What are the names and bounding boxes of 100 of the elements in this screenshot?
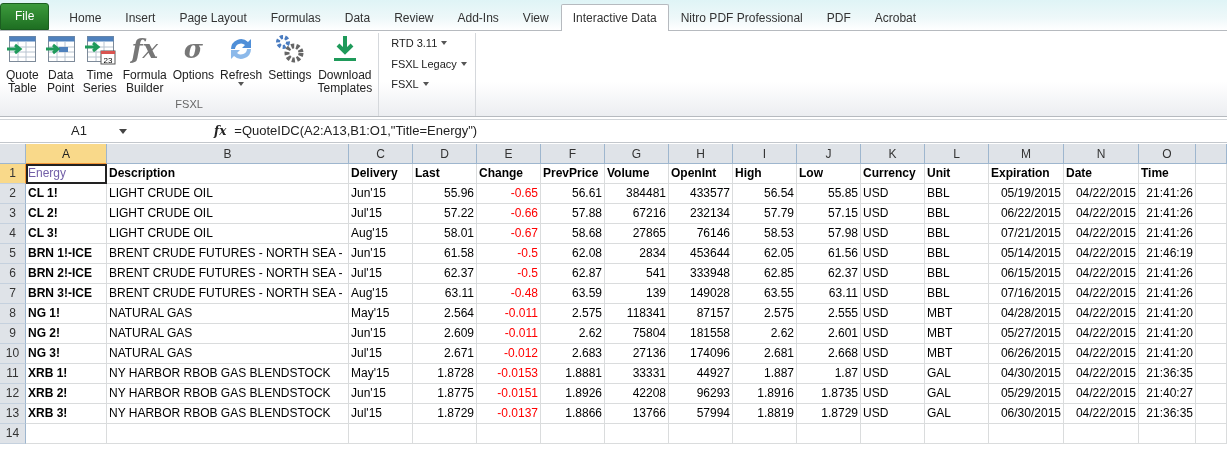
table-cell: 58.01 [413,224,477,244]
column-header[interactable]: N [1064,144,1139,164]
name-box[interactable]: A1 [71,121,87,141]
table-cell: -0.0137 [477,404,541,424]
column-header[interactable] [1196,144,1227,164]
table-cell: BBL [925,184,989,204]
column-header[interactable]: J [797,144,861,164]
menu-button[interactable]: RTD 3.11 [391,35,467,52]
table-cell: 06/30/2015 [989,404,1064,424]
table-cell: 21:41:20 [1139,304,1196,324]
row-header[interactable]: 10 [0,344,26,364]
row-header[interactable]: 12 [0,384,26,404]
ribbon-button[interactable]: Data Point [42,33,79,95]
ribbon-button[interactable]: 23 Time Series [80,33,119,95]
table-cell: -0.011 [477,324,541,344]
column-header[interactable]: M [989,144,1064,164]
table-cell: BRENT CRUDE FUTURES - NORTH SEA - [107,264,349,284]
formula-field[interactable]: =QuoteIDC(A2:A13,B1:O1,"Title=Energy") [234,121,478,141]
table-cell: 61.58 [413,244,477,264]
table-cell: Jun'15 [349,384,413,404]
insert-function-button[interactable]: fx [158,122,235,140]
table-cell: NG 3! [26,344,107,364]
table-cell: 04/22/2015 [1064,284,1139,304]
column-header[interactable]: O [1139,144,1196,164]
ribbon-tab[interactable]: Nitro PDF Professional [668,3,815,31]
column-header[interactable]: H [669,144,733,164]
column-header[interactable]: I [733,144,797,164]
row-header[interactable]: 6 [0,264,26,284]
ribbon-tab[interactable]: Home [57,3,114,31]
column-header[interactable]: A [26,144,107,164]
table-cell: Aug'15 [349,224,413,244]
row-header[interactable]: 11 [0,364,26,384]
table-cell: 21:41:26 [1139,224,1196,244]
ribbon-tab[interactable]: Add-Ins [445,3,511,31]
empty-cell [1196,164,1227,184]
ribbon-tab[interactable]: Interactive Data [560,3,669,31]
table-cell: 2834 [605,244,669,264]
ribbon-button[interactable]: σ Options [170,33,217,82]
column-title: Volume [605,164,669,184]
table-cell: 04/30/2015 [989,364,1064,384]
ribbon-button[interactable]: fx Formula Builder [120,33,169,95]
ribbon-tab[interactable]: Formulas [258,3,333,31]
ribbon-button[interactable]: Settings [266,33,314,82]
table-cell: 04/22/2015 [1064,224,1139,244]
table-cell: 04/22/2015 [1064,304,1139,324]
column-header[interactable]: K [861,144,925,164]
row-header[interactable]: 7 [0,284,26,304]
table-cell: 56.61 [541,184,605,204]
ribbon-tab[interactable]: Insert [113,3,168,31]
table-cell: CL 2! [26,204,107,224]
row-header[interactable]: 13 [0,404,26,424]
row-header[interactable]: 9 [0,324,26,344]
row-header[interactable]: 8 [0,304,26,324]
ribbon-tab[interactable]: Data [332,3,383,31]
ribbon-button[interactable]: Download Templates [315,33,375,95]
ribbon-tab[interactable]: Page Layout [167,3,259,31]
column-header[interactable]: E [477,144,541,164]
ribbon-tab[interactable]: Acrobat [862,3,929,31]
empty-cell [861,424,925,444]
table-cell: 21:46:19 [1139,244,1196,264]
column-header[interactable]: G [605,144,669,164]
table-cell: 2.62 [541,324,605,344]
empty-cell [797,424,861,444]
file-tab[interactable]: File [0,2,50,30]
column-header[interactable]: B [107,144,349,164]
table-cell: 1.8728 [413,364,477,384]
table-cell: 06/15/2015 [989,264,1064,284]
table-cell: LIGHT CRUDE OIL [107,184,349,204]
row-header[interactable]: 14 [0,424,26,444]
row-header[interactable]: 1 [0,164,26,184]
table-cell: GAL [925,384,989,404]
caret-icon [118,128,127,134]
empty-cell [1196,204,1227,224]
ribbon-button[interactable]: Refresh [218,33,265,90]
column-title: Low [797,164,861,184]
ribbon-tab[interactable]: Review [382,3,446,31]
table-cell: 21:41:20 [1139,324,1196,344]
ribbon-tab[interactable]: View [510,3,561,31]
row-header[interactable]: 3 [0,204,26,224]
menu-button[interactable]: FSXL [391,76,467,93]
table-cell: 1.8866 [541,404,605,424]
table-cell: -0.0153 [477,364,541,384]
column-title: PrevPrice [541,164,605,184]
ribbon-button[interactable]: Quote Table [4,33,41,95]
menu-button[interactable]: FSXL Legacy [391,55,467,72]
column-header[interactable]: D [413,144,477,164]
column-header[interactable]: L [925,144,989,164]
column-header[interactable]: C [349,144,413,164]
row-header[interactable]: 2 [0,184,26,204]
table-cell: 07/21/2015 [989,224,1064,244]
empty-cell [1196,304,1227,324]
ribbon-tab[interactable]: PDF [814,3,863,31]
row-header[interactable]: 5 [0,244,26,264]
table-cell: NY HARBOR RBOB GAS BLENDSTOCK [107,364,349,384]
table-cell: 384481 [605,184,669,204]
empty-cell [1196,324,1227,344]
select-all-corner[interactable] [0,144,26,164]
row-header[interactable]: 4 [0,224,26,244]
column-header[interactable]: F [541,144,605,164]
table-cell: 21:40:27 [1139,384,1196,404]
